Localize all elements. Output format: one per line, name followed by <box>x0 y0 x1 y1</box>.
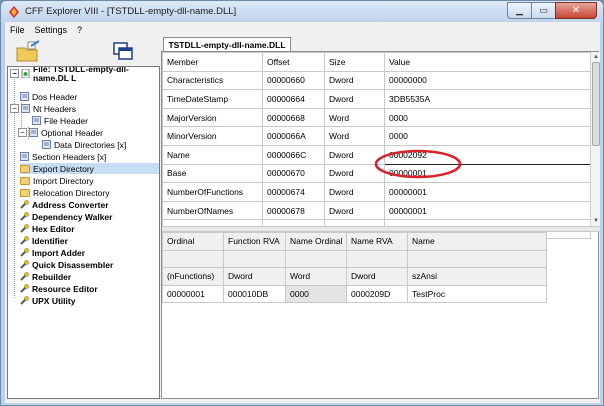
folder-icon <box>20 176 30 185</box>
window-controls: ▁ ▭ ✕ <box>507 2 597 19</box>
table-row[interactable]: NumberOfNames 00000678 Dword 00000001 <box>162 200 591 221</box>
tool-icon <box>20 248 29 257</box>
table-row[interactable]: MajorVersion 00000668 Word 0000 <box>162 107 591 128</box>
table-row[interactable]: TimeDateStamp 00000664 Dword 3DB5535A <box>162 89 591 109</box>
tool-icon <box>20 236 29 245</box>
tree-item-section-headers[interactable]: Section Headers [x] <box>20 151 106 162</box>
tree-item-dependency-walker[interactable]: Dependency Walker <box>20 211 112 222</box>
tree-item-data-directories[interactable]: Data Directories [x] <box>42 139 126 150</box>
tree-item-dos-header[interactable]: Dos Header <box>20 91 77 102</box>
tree-item-identifier[interactable]: Identifier <box>20 235 68 246</box>
tree-item-address-converter[interactable]: Address Converter <box>20 199 109 210</box>
folder-icon <box>20 188 30 197</box>
cff-explorer-app-icon <box>9 6 19 18</box>
header-icon <box>42 140 51 149</box>
header-icon <box>32 116 41 125</box>
tool-icon <box>20 224 29 233</box>
tool-icon <box>20 272 29 281</box>
folder-icon <box>20 164 30 173</box>
table-row[interactable]: NumberOfFunctions 00000674 Dword 00000001 <box>162 182 591 202</box>
tree-item-resource-editor[interactable]: Resource Editor <box>20 283 98 294</box>
table-header-row: Member Offset Size Value <box>162 52 591 72</box>
tree-view[interactable]: − File: TSTDLL-empty-dll-name.DL L Dos H… <box>7 66 160 399</box>
tool-icon <box>20 260 29 269</box>
tool-icon <box>20 200 29 209</box>
tree-item-optional-header[interactable]: − Optional Header <box>18 127 103 138</box>
title-bar[interactable]: CFF Explorer VIII - [TSTDLL-empty-dll-na… <box>1 1 603 23</box>
file-icon <box>21 69 30 78</box>
tree-item-import-adder[interactable]: Import Adder <box>20 247 85 258</box>
header-icon <box>20 152 29 161</box>
client-area: File Settings ? − File: TSTDLL-empty-dll… <box>5 22 600 403</box>
scroll-up-icon[interactable]: ▲ <box>591 52 601 62</box>
tool-icon <box>20 212 29 221</box>
tree-item-nt-headers[interactable]: − Nt Headers <box>10 103 76 114</box>
column-header[interactable]: Value <box>384 52 591 72</box>
tree-item-file-header[interactable]: File Header <box>32 115 88 126</box>
table-row[interactable]: Characteristics 00000660 Dword 00000000 <box>162 70 591 91</box>
column-header[interactable]: Name RVA <box>346 232 408 251</box>
main-window: CFF Explorer VIII - [TSTDLL-empty-dll-na… <box>0 0 604 406</box>
header-icon <box>21 104 30 113</box>
export-directory-table[interactable]: Member Offset Size Value Characteristics… <box>162 52 591 239</box>
menu-bar: File Settings ? <box>5 22 600 37</box>
table-spacer-row <box>162 249 547 268</box>
menu-help[interactable]: ? <box>72 25 87 35</box>
column-header[interactable]: Function RVA <box>223 232 286 251</box>
header-icon <box>20 92 29 101</box>
column-header[interactable]: Size <box>324 52 385 72</box>
exported-functions-table[interactable]: Ordinal Function RVA Name Ordinal Name R… <box>162 232 547 303</box>
window-title: CFF Explorer VIII - [TSTDLL-empty-dll-na… <box>25 6 237 17</box>
tree-item-hex-editor[interactable]: Hex Editor <box>20 223 75 234</box>
close-button[interactable]: ✕ <box>555 2 597 19</box>
table-type-row: (nFunctions) Dword Word Dword szAnsi <box>162 267 547 286</box>
collapse-icon[interactable]: − <box>18 128 27 137</box>
collapse-icon[interactable]: − <box>10 69 19 78</box>
menu-settings[interactable]: Settings <box>30 25 73 35</box>
table-row[interactable]: MinorVersion 0000066A Word 0000 <box>162 126 591 146</box>
windows-cascade-icon[interactable] <box>111 40 137 64</box>
tool-icon <box>20 296 29 305</box>
header-icon <box>29 128 38 137</box>
scroll-thumb[interactable] <box>592 62 600 146</box>
table-row[interactable]: 00000001 000010DB 0000 0000209D TestProc <box>162 284 547 303</box>
column-header[interactable]: Ordinal <box>162 232 224 251</box>
tree-item-relocation-directory[interactable]: Relocation Directory <box>20 187 110 198</box>
content-pane: Member Offset Size Value Characteristics… <box>161 51 600 399</box>
tree-item-rebuilder[interactable]: Rebuilder <box>20 271 71 282</box>
tree-item-export-directory[interactable]: Export Directory <box>20 163 159 174</box>
table-header-row: Ordinal Function RVA Name Ordinal Name R… <box>162 232 547 251</box>
minimize-button[interactable]: ▁ <box>507 2 532 19</box>
column-header[interactable]: Offset <box>262 52 325 72</box>
tool-icon <box>20 284 29 293</box>
tree-item-import-directory[interactable]: Import Directory <box>20 175 93 186</box>
tree-item-quick-disassembler[interactable]: Quick Disassembler <box>20 259 113 270</box>
tab-tstdll[interactable]: TSTDLL-empty-dll-name.DLL <box>163 37 291 51</box>
column-header[interactable]: Member <box>162 52 263 72</box>
highlight-ellipse <box>374 149 462 179</box>
tree-item-upx-utility[interactable]: UPX Utility <box>20 295 75 306</box>
scroll-down-icon[interactable]: ▼ <box>591 216 601 226</box>
open-file-icon[interactable] <box>15 40 41 64</box>
menu-file[interactable]: File <box>5 25 30 35</box>
tree-root[interactable]: − File: TSTDLL-empty-dll-name.DL L <box>10 67 159 82</box>
maximize-button[interactable]: ▭ <box>531 2 556 19</box>
vertical-scrollbar[interactable]: ▲ ▼ <box>590 52 600 226</box>
column-header[interactable]: Name Ordinal <box>285 232 347 251</box>
column-header[interactable]: Name <box>407 232 547 251</box>
collapse-icon[interactable]: − <box>10 104 19 113</box>
